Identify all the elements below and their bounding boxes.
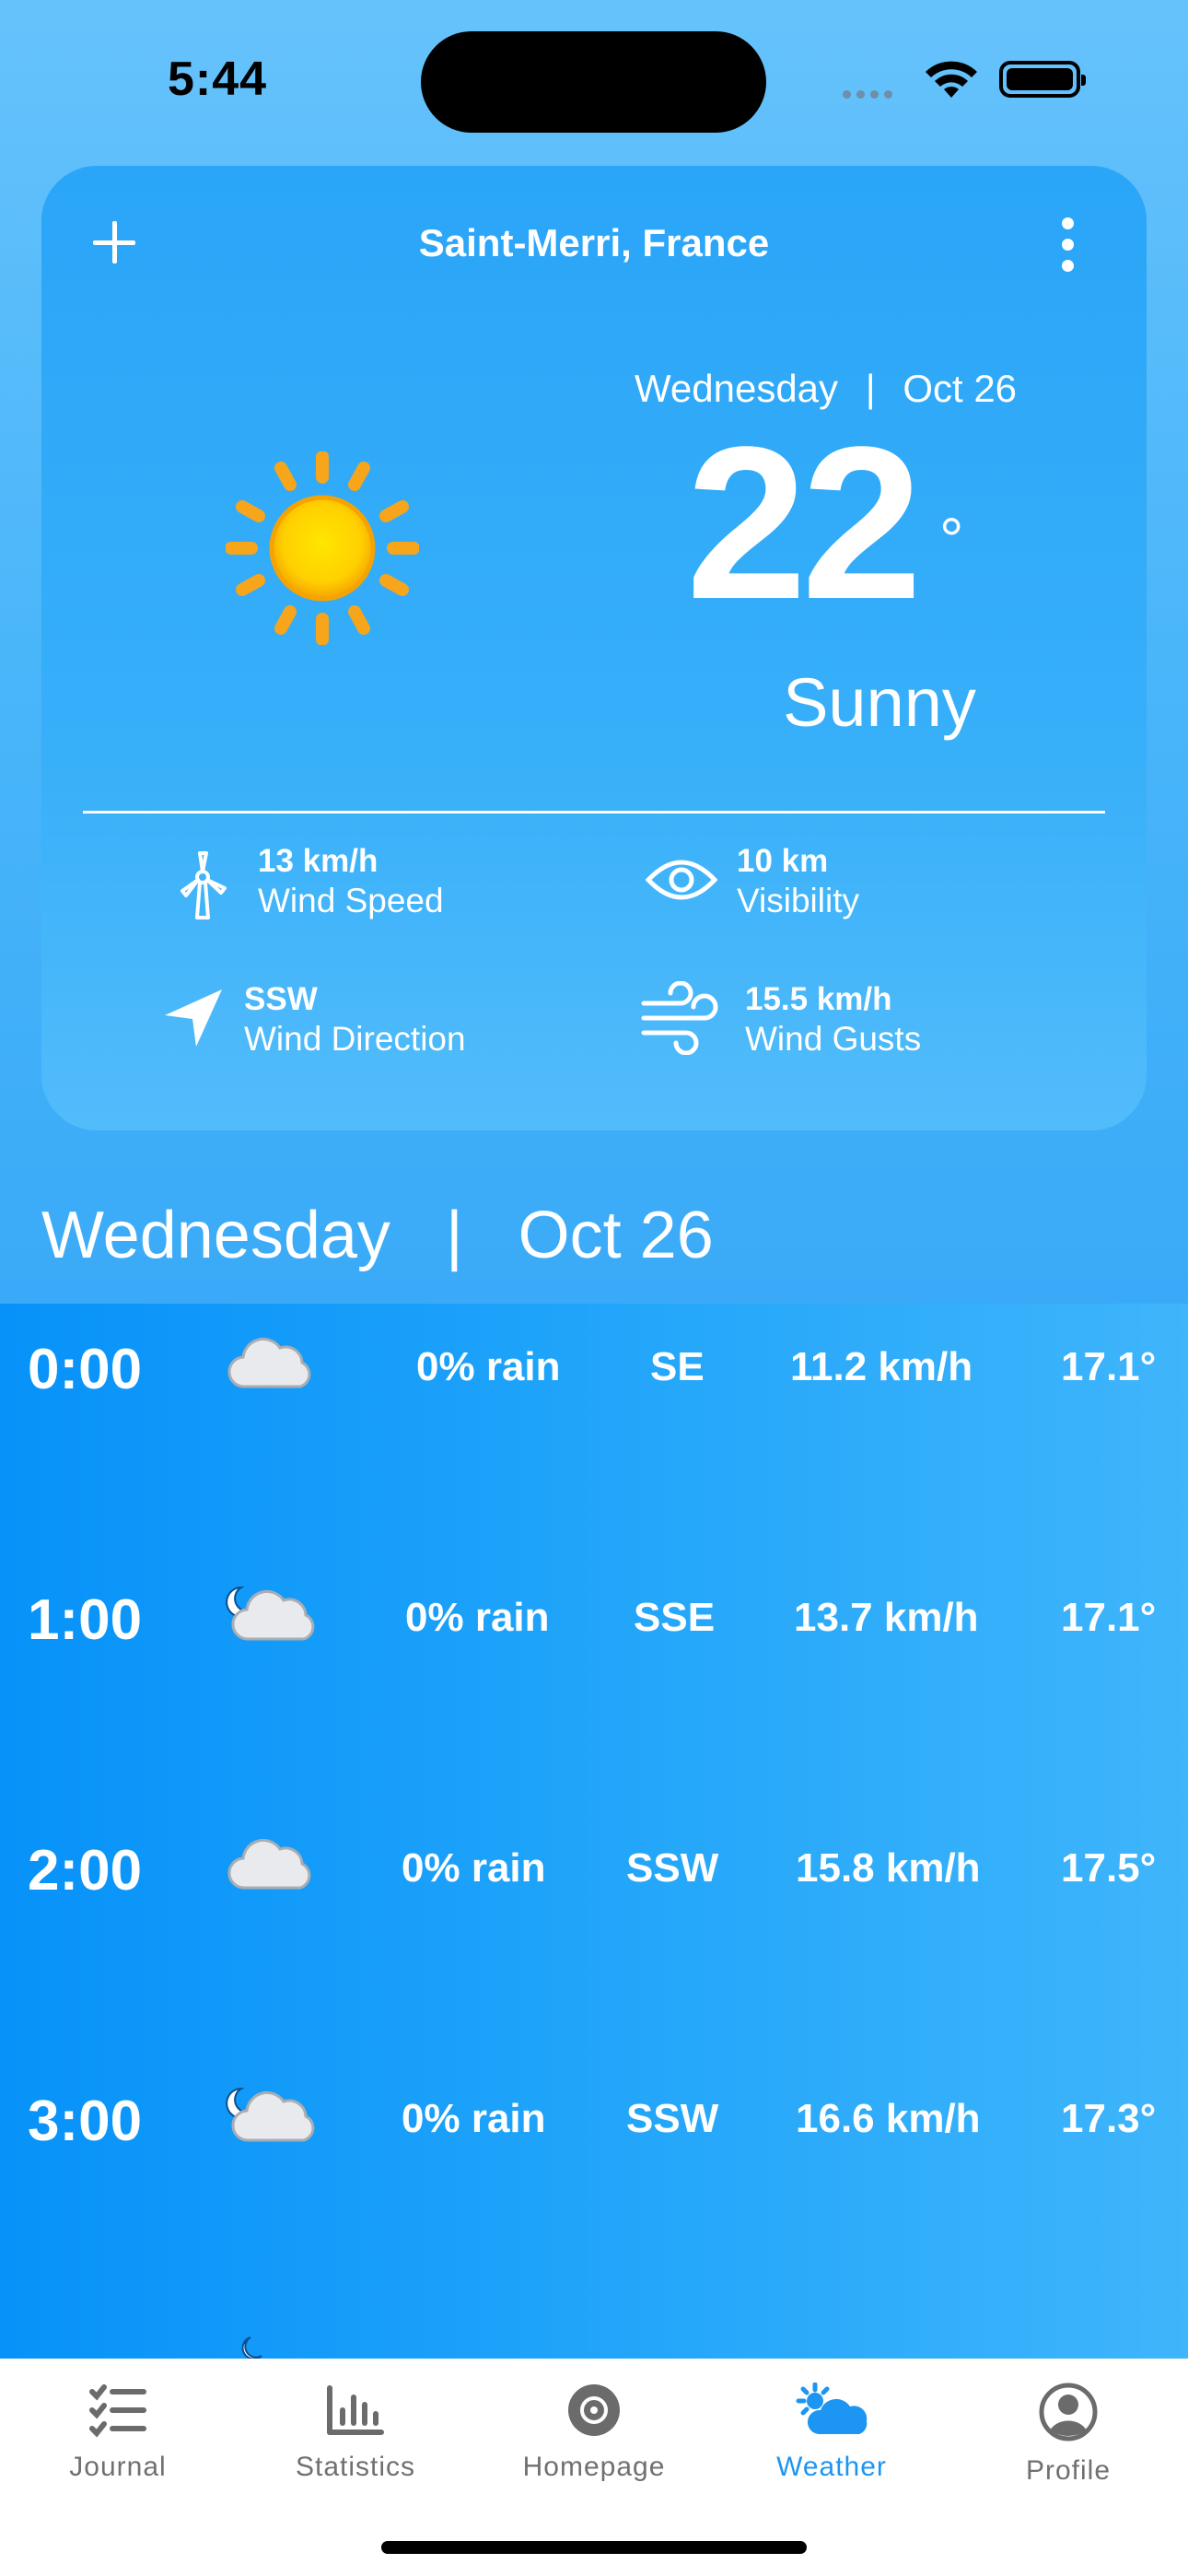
tab-weather[interactable]: Weather xyxy=(740,2382,924,2483)
tab-statistics-label: Statistics xyxy=(295,2452,416,2482)
wifi-icon xyxy=(926,61,977,98)
status-bar: 5:44 xyxy=(0,0,1188,157)
tab-weather-label: Weather xyxy=(776,2452,887,2482)
cloud-moon-icon xyxy=(241,2336,262,2359)
person-icon xyxy=(1039,2383,1098,2441)
tab-homepage[interactable]: Homepage xyxy=(502,2383,686,2483)
signal-icon xyxy=(843,87,898,103)
hourly-row[interactable]: 2:00 0% rain SSW 15.8 km/h 17.5° xyxy=(0,1805,1188,1915)
visibility-value: 10 km xyxy=(737,843,829,879)
wind-direction-stat: SSW Wind Direction xyxy=(244,981,466,1059)
wind-speed-label: Wind Speed xyxy=(258,882,444,919)
home-indicator[interactable] xyxy=(381,2541,807,2554)
target-icon xyxy=(568,2384,620,2436)
eye-icon xyxy=(645,860,718,900)
wind-speed: 13.7 km/h xyxy=(794,1595,979,1640)
wind-direction: SSE xyxy=(634,1595,716,1640)
tab-journal[interactable]: Journal xyxy=(26,2383,210,2483)
hour-time: 0:00 xyxy=(28,1338,143,1401)
wind-direction: SSW xyxy=(626,2096,719,2141)
more-options-icon[interactable] xyxy=(1060,217,1077,273)
wind-speed: 16.6 km/h xyxy=(796,2096,981,2141)
current-temperature: 22 xyxy=(686,402,923,645)
cloud-moon-icon xyxy=(226,2087,315,2142)
visibility-stat: 10 km Visibility xyxy=(737,843,859,920)
hour-temperature: 17.1° xyxy=(1061,1344,1157,1389)
wind-speed: 11.2 km/h xyxy=(790,1344,973,1389)
wind-gusts-label: Wind Gusts xyxy=(745,1020,922,1058)
checklist-icon xyxy=(89,2384,146,2438)
navigation-arrow-icon xyxy=(165,989,222,1047)
current-date-value: Oct 26 xyxy=(903,367,1018,410)
cloud-icon xyxy=(227,1839,311,1890)
divider xyxy=(83,811,1105,814)
wind-gusts-stat: 15.5 km/h Wind Gusts xyxy=(745,981,921,1059)
rain-chance: 0% rain xyxy=(402,1845,546,1891)
hour-time: 1:00 xyxy=(28,1588,143,1652)
hour-temperature: 17.5° xyxy=(1061,1845,1157,1891)
hourly-row[interactable]: 0:00 0% rain SE 11.2 km/h 17.1° xyxy=(0,1304,1188,1414)
current-weather-card: Saint-Merri, France Wednesday | Oct 26 2… xyxy=(41,166,1147,1130)
wind-direction: SSW xyxy=(626,1845,719,1891)
wind-speed-stat: 13 km/h Wind Speed xyxy=(258,843,444,920)
visibility-label: Visibility xyxy=(737,882,859,919)
dynamic-island xyxy=(421,31,766,133)
wind-direction: SE xyxy=(650,1344,705,1389)
wind-direction-label: Wind Direction xyxy=(244,1020,466,1058)
tab-journal-label: Journal xyxy=(69,2452,167,2482)
tab-profile[interactable]: Profile xyxy=(976,2383,1160,2487)
forecast-day: Wednesday xyxy=(41,1199,390,1272)
rain-chance: 0% rain xyxy=(405,1595,550,1640)
rain-chance: 0% rain xyxy=(416,1344,561,1389)
degree-symbol: ° xyxy=(939,505,964,573)
hourly-row[interactable]: 1:00 0% rain SSE 13.7 km/h 17.1° xyxy=(0,1554,1188,1665)
wind-icon xyxy=(641,981,718,1055)
forecast-separator: | xyxy=(445,1199,463,1272)
battery-icon xyxy=(999,61,1086,98)
wind-turbine-icon xyxy=(181,851,227,919)
tab-homepage-label: Homepage xyxy=(522,2452,666,2482)
sun-icon xyxy=(226,451,419,645)
wind-speed-value: 13 km/h xyxy=(258,843,379,879)
hour-time: 2:00 xyxy=(28,1839,143,1903)
wind-direction-value: SSW xyxy=(244,981,318,1017)
forecast-day-header: Wednesday | Oct 26 xyxy=(41,1198,714,1273)
hourly-forecast-list[interactable]: 0:00 0% rain SE 11.2 km/h 17.1° 1:00 0% … xyxy=(0,1304,1188,2359)
cloud-icon xyxy=(227,1338,311,1388)
wind-gusts-value: 15.5 km/h xyxy=(745,981,892,1017)
cloud-moon-icon xyxy=(226,1586,315,1641)
wind-speed: 15.8 km/h xyxy=(796,1845,981,1891)
hour-temperature: 17.1° xyxy=(1061,1595,1157,1640)
tab-statistics[interactable]: Statistics xyxy=(263,2383,448,2483)
hour-time: 3:00 xyxy=(28,2090,143,2153)
hour-temperature: 17.3° xyxy=(1061,2096,1157,2141)
location-title: Saint-Merri, France xyxy=(418,221,770,264)
bar-chart-icon xyxy=(327,2385,384,2435)
sun-cloud-icon xyxy=(796,2382,868,2434)
weather-condition: Sunny xyxy=(783,664,976,741)
status-time: 5:44 xyxy=(168,53,268,106)
rain-chance: 0% rain xyxy=(402,2096,546,2141)
hourly-row[interactable]: 3:00 0% rain SSW 16.6 km/h 17.3° xyxy=(0,2055,1188,2166)
tab-profile-label: Profile xyxy=(1025,2455,1112,2486)
forecast-date: Oct 26 xyxy=(518,1199,714,1272)
